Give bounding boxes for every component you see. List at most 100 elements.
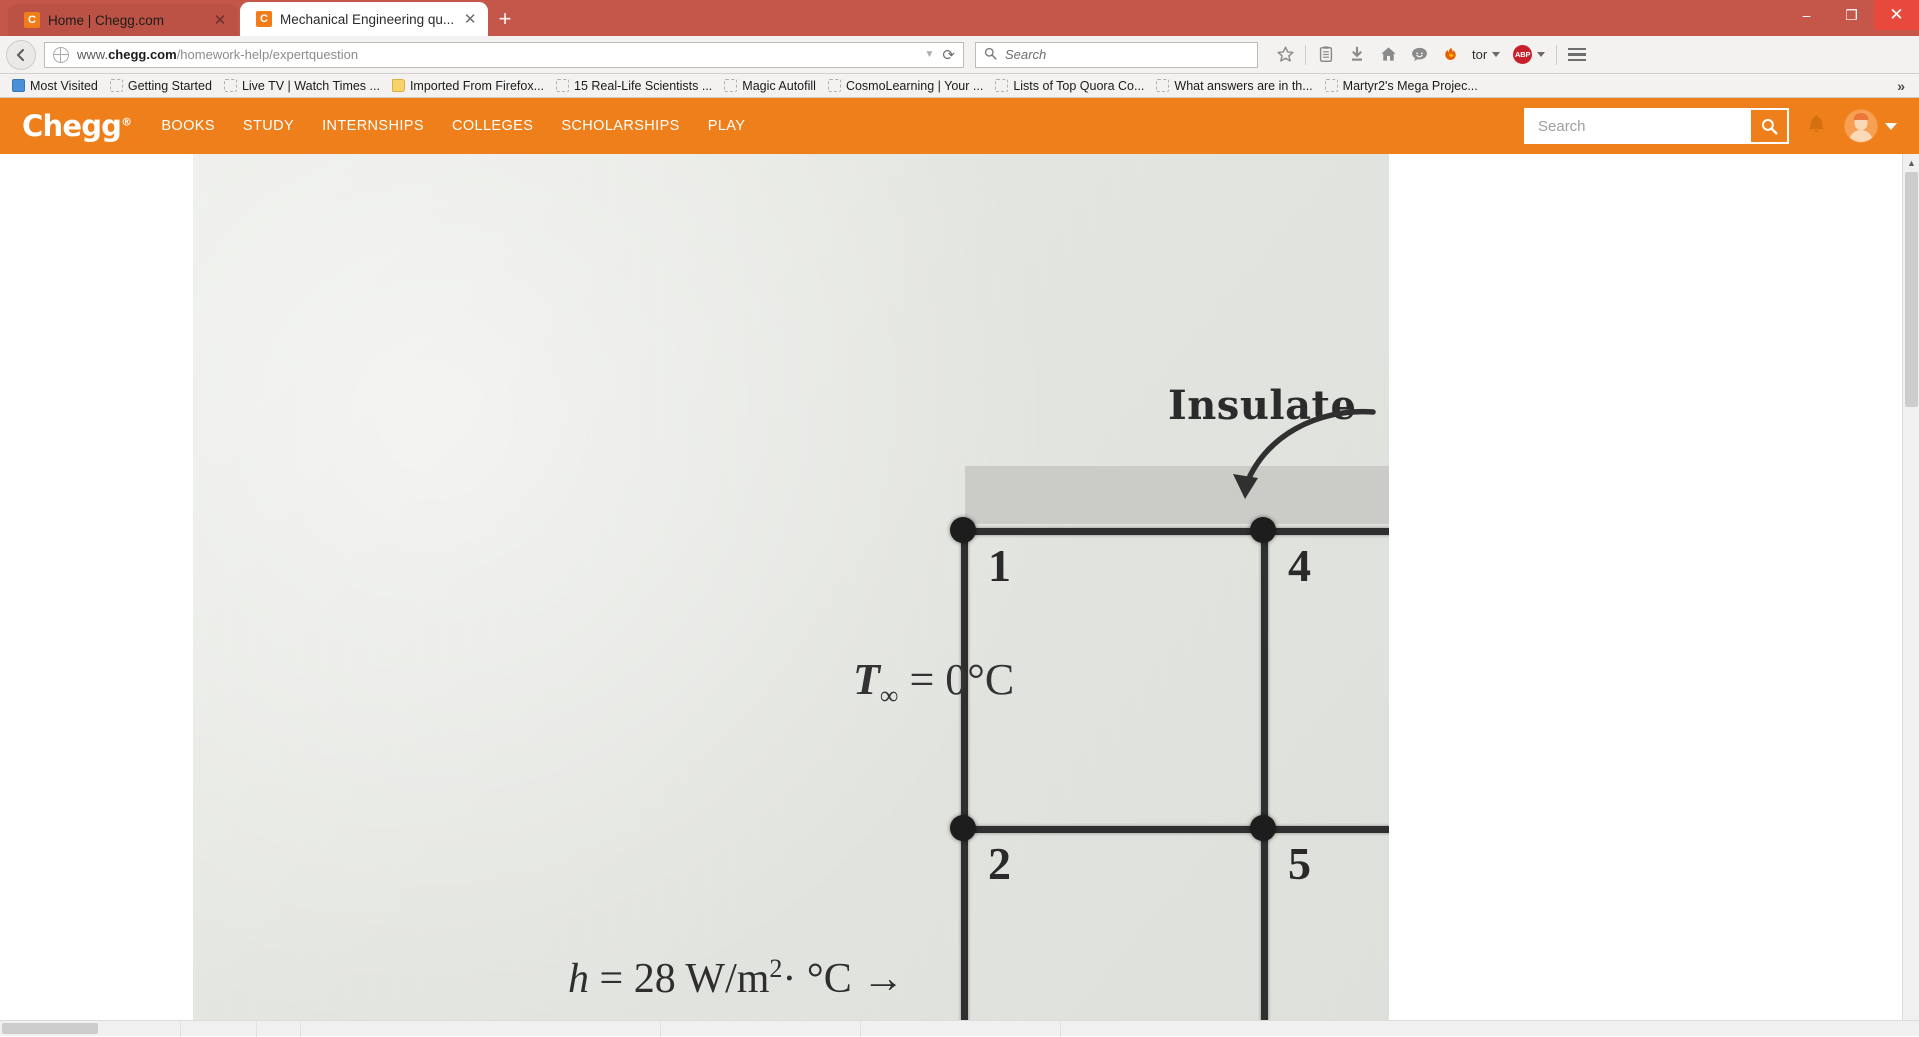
t-symbol: T (853, 655, 880, 704)
grid-node-1 (950, 517, 976, 543)
tab-strip: C Home | Chegg.com ✕ C Mechanical Engine… (0, 0, 520, 36)
grid-line-horizontal (961, 826, 1389, 833)
chevron-down-icon[interactable]: ▼ (925, 49, 935, 60)
scroll-tick (660, 1021, 661, 1037)
equals-sign: = (909, 655, 934, 704)
vertical-scroll-thumb[interactable] (1905, 172, 1918, 407)
browser-search-bar[interactable]: Search (975, 42, 1258, 68)
abp-badge-icon: ABP (1513, 45, 1532, 64)
nav-item-books[interactable]: BOOKS (161, 118, 215, 134)
page-icon (110, 79, 123, 92)
close-icon[interactable]: ✕ (212, 13, 228, 28)
site-identity-globe-icon (53, 47, 69, 63)
bookmark-martyr2s-mega-project[interactable]: Martyr2's Mega Projec... (1319, 79, 1484, 93)
toolbar-divider (1556, 45, 1557, 65)
bookmark-lists-of-top-quora[interactable]: Lists of Top Quora Co... (989, 79, 1150, 93)
chegg-logo[interactable]: Chegg® (22, 109, 131, 143)
bookmark-what-answers-are-in[interactable]: What answers are in th... (1150, 79, 1318, 93)
bookmark-magic-autofill[interactable]: Magic Autofill (718, 79, 822, 93)
browser-tab-mechanical-engineering[interactable]: C Mechanical Engineering qu... ✕ (240, 2, 488, 36)
search-icon (1760, 117, 1779, 136)
most-visited-icon (12, 79, 25, 92)
bookmark-star-icon[interactable] (1270, 40, 1300, 70)
browser-nav-toolbar: www.chegg.com/homework-help/expertquesti… (0, 36, 1919, 74)
tor-identity-button[interactable]: tor (1466, 47, 1506, 62)
h-symbol: h (568, 956, 589, 1002)
question-image-viewer[interactable]: Insulate 1 4 2 5 T∞ = 0°C h = (193, 154, 1389, 1036)
downloads-icon[interactable] (1342, 40, 1372, 70)
scroll-tick (180, 1021, 181, 1037)
node-label-5: 5 (1288, 837, 1311, 890)
bookmark-cosmolearning[interactable]: CosmoLearning | Your ... (822, 79, 989, 93)
window-controls: – ❐ ✕ (1784, 0, 1919, 30)
exponent: 2 (769, 954, 782, 983)
flow-arrow-icon: → (862, 956, 904, 1002)
back-button[interactable] (6, 40, 36, 70)
page-icon (224, 79, 237, 92)
avatar[interactable] (1844, 109, 1878, 143)
t-infinity-label: T∞ = 0°C (853, 654, 1014, 711)
toolbar-divider (1305, 45, 1306, 65)
bookmark-label: CosmoLearning | Your ... (846, 79, 983, 93)
nav-item-internships[interactable]: INTERNSHIPS (322, 118, 424, 134)
minimize-button[interactable]: – (1784, 0, 1829, 30)
tab-title: Home | Chegg.com (48, 13, 204, 28)
convection-units: · °C (782, 956, 851, 1002)
notifications-bell-icon[interactable] (1805, 112, 1828, 140)
grid-node-2 (950, 815, 976, 841)
new-tab-button[interactable]: + (490, 4, 520, 36)
bookmark-most-visited[interactable]: Most Visited (6, 79, 104, 93)
firefox-sync-icon[interactable] (1435, 40, 1465, 70)
bell-glyph (1805, 112, 1828, 136)
node-label-4: 4 (1288, 539, 1311, 592)
back-arrow-icon (13, 47, 29, 63)
bookmark-live-tv[interactable]: Live TV | Watch Times ... (218, 79, 386, 93)
chevron-down-icon (1492, 52, 1500, 57)
node-label-1: 1 (988, 539, 1011, 592)
address-bar[interactable]: www.chegg.com/homework-help/expertquesti… (44, 42, 964, 68)
search-icon (984, 47, 997, 63)
vertical-scrollbar[interactable]: ▲ (1902, 154, 1919, 1036)
reload-icon[interactable]: ⟳ (942, 46, 955, 64)
bookmark-label: Imported From Firefox... (410, 79, 544, 93)
bookmarks-overflow-icon[interactable]: » (1889, 78, 1913, 94)
leader-arrow-icon (1188, 394, 1388, 529)
bookmark-getting-started[interactable]: Getting Started (104, 79, 218, 93)
bookmark-label: 15 Real-Life Scientists ... (574, 79, 712, 93)
pocket-chat-icon[interactable] (1404, 40, 1434, 70)
nav-item-study[interactable]: STUDY (243, 118, 294, 134)
bookmark-label: What answers are in th... (1174, 79, 1312, 93)
bookmark-label: Getting Started (128, 79, 212, 93)
chegg-search-button[interactable] (1749, 108, 1789, 144)
tor-label: tor (1472, 47, 1487, 62)
close-window-button[interactable]: ✕ (1874, 0, 1919, 30)
bookmark-imported-from-firefox[interactable]: Imported From Firefox... (386, 79, 550, 93)
page-content: Insulate 1 4 2 5 T∞ = 0°C h = (0, 154, 1919, 1036)
reader-view-icon[interactable] (1311, 40, 1341, 70)
chegg-primary-nav: BOOKS STUDY INTERNSHIPS COLLEGES SCHOLAR… (161, 118, 745, 134)
home-icon[interactable] (1373, 40, 1403, 70)
page-icon (1156, 79, 1169, 92)
restore-button[interactable]: ❐ (1829, 0, 1874, 30)
scroll-tick (256, 1021, 257, 1037)
scroll-up-icon[interactable]: ▲ (1903, 154, 1919, 171)
close-icon[interactable]: ✕ (462, 12, 478, 27)
nav-item-play[interactable]: PLAY (708, 118, 746, 134)
avatar-body (1849, 130, 1873, 143)
bookmark-15-real-life-scientists[interactable]: 15 Real-Life Scientists ... (550, 79, 718, 93)
chegg-search-placeholder: Search (1524, 118, 1749, 135)
nav-item-scholarships[interactable]: SCHOLARSHIPS (561, 118, 679, 134)
horizontal-scrollbar[interactable] (0, 1020, 1919, 1036)
chevron-down-icon[interactable] (1885, 123, 1897, 130)
chegg-header-right: Search (1524, 98, 1897, 154)
horizontal-scroll-thumb[interactable] (2, 1023, 98, 1034)
nav-item-colleges[interactable]: COLLEGES (452, 118, 533, 134)
tab-title: Mechanical Engineering qu... (280, 12, 454, 27)
chegg-search-box[interactable]: Search (1524, 108, 1789, 144)
menu-hamburger-icon[interactable] (1562, 40, 1592, 70)
adblock-plus-button[interactable]: ABP (1507, 45, 1551, 64)
account-menu[interactable] (1844, 109, 1897, 143)
url-path: /homework-help/expertquestion (177, 47, 358, 62)
grid-line-vertical (1261, 524, 1268, 1036)
browser-tab-home-chegg[interactable]: C Home | Chegg.com ✕ (8, 4, 238, 36)
